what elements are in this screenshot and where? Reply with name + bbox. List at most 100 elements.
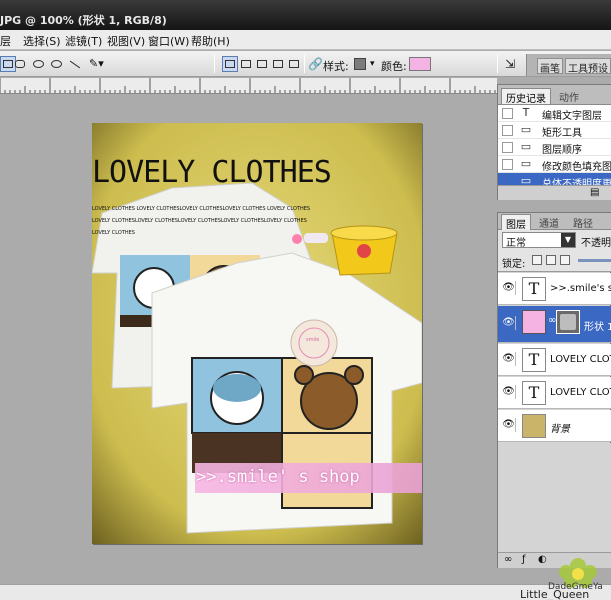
- history-tabs: 历史记录 动作: [498, 85, 611, 105]
- ellipse-tool-button[interactable]: [30, 56, 46, 72]
- new-shape-layer-button[interactable]: [222, 56, 238, 72]
- title-bar: JPG @ 100% (形状 1, RGB/8): [0, 0, 611, 30]
- eye-icon[interactable]: 👁: [502, 385, 516, 399]
- document-canvas[interactable]: LOVELY CLOTHES LOVELY CLOTHES LOVELY CLO…: [92, 123, 422, 544]
- layer-row[interactable]: 👁 T >>.smile's shop: [498, 273, 611, 305]
- menu-view[interactable]: 视图(V): [107, 33, 145, 49]
- new-snapshot-icon[interactable]: ▤: [590, 187, 599, 198]
- add-to-shape-button[interactable]: [238, 56, 254, 72]
- layer-name: 背景: [550, 424, 570, 435]
- tagline-repeat: LOVELY CLOTHES LOVELY CLOTHESLOVELY CLOT…: [92, 203, 422, 239]
- layer-order-icon: ▭: [520, 140, 532, 153]
- fill-slider[interactable]: [578, 259, 611, 262]
- rounded-rectangle-icon: [15, 60, 25, 68]
- link-style-button[interactable]: 🔗: [307, 56, 323, 72]
- exclude-area-icon: [289, 60, 299, 68]
- window-title: JPG @ 100% (形状 1, RGB/8): [0, 14, 167, 27]
- mask-icon[interactable]: ◐: [538, 554, 547, 565]
- separator: [497, 55, 498, 73]
- blend-mode-value: 正常: [506, 238, 526, 249]
- history-list: T 编辑文字图层 ▭ 矩形工具 ▭ 图层顺序 ▭ 修改颜色填充图层 ▭: [498, 105, 611, 185]
- headline-text: LOVELY CLOTHES: [92, 155, 332, 190]
- vector-mask-thumbnail: [556, 310, 580, 334]
- intersect-area-icon: [273, 60, 283, 68]
- history-item[interactable]: ▭ 图层顺序: [498, 139, 611, 156]
- layers-panel: 图层 通道 路径 正常 ▼ 不透明度: 锁定: 👁 T >>.smile's s…: [497, 212, 611, 568]
- tab-tool-presets[interactable]: 工具预设: [565, 58, 611, 75]
- style-swatch[interactable]: [354, 58, 366, 70]
- exclude-shape-button[interactable]: [286, 56, 302, 72]
- text-layer-thumbnail: T: [522, 381, 546, 405]
- horizontal-ruler: [0, 78, 497, 94]
- repeat-line: LOVELY CLOTHESLOVELY CLOTHESLOVELY CLOTH…: [92, 218, 307, 224]
- link-icon: 🔗: [308, 57, 323, 71]
- opacity-icon: ▭: [520, 174, 532, 186]
- menu-layer[interactable]: 层: [0, 33, 11, 49]
- layer-name: LOVELY CLOTHES: [550, 354, 611, 365]
- photoshop-window: JPG @ 100% (形状 1, RGB/8) 层 选择(S) 滤镜(T) 视…: [0, 0, 611, 600]
- eye-icon[interactable]: 👁: [502, 352, 516, 366]
- menu-filter[interactable]: 滤镜(T): [65, 33, 102, 49]
- line-icon: [69, 60, 81, 69]
- color-label: 颜色:: [381, 60, 407, 73]
- line-tool-button[interactable]: [66, 56, 82, 72]
- history-item[interactable]: ▭ 矩形工具: [498, 122, 611, 139]
- subtract-shape-button[interactable]: [254, 56, 270, 72]
- new-layer-icon: [225, 60, 235, 68]
- history-item[interactable]: T 编辑文字图层: [498, 105, 611, 122]
- watermark-text: Little_Queen: [520, 588, 590, 600]
- polygon-tool-button[interactable]: [48, 56, 64, 72]
- tab-channels[interactable]: 通道: [535, 214, 563, 230]
- tab-history[interactable]: 历史记录: [501, 88, 551, 105]
- ellipse-icon: [33, 60, 44, 68]
- layer-row[interactable]: 👁 T LOVELY CLOTHES: [498, 377, 611, 409]
- lock-position-icon[interactable]: [560, 255, 570, 265]
- eye-icon[interactable]: 👁: [502, 418, 516, 432]
- menu-window[interactable]: 窗口(W): [148, 33, 189, 49]
- history-item-active[interactable]: ▭ 总体不透明度更改: [498, 173, 611, 185]
- fill-layer-icon: ▭: [520, 157, 532, 170]
- shop-tagline: >>.smile' s shop: [196, 467, 360, 487]
- layer-row[interactable]: 👁 T LOVELY CLOTHES: [498, 344, 611, 376]
- tab-paths[interactable]: 路径: [569, 214, 597, 230]
- snapshot-checkbox[interactable]: [502, 142, 513, 153]
- text-layer-thumbnail: T: [522, 277, 546, 301]
- intersect-shape-button[interactable]: [270, 56, 286, 72]
- blend-mode-select[interactable]: 正常 ▼: [502, 232, 576, 249]
- history-item-label: 图层顺序: [542, 145, 582, 156]
- layer-row[interactable]: 👁 背景: [498, 410, 611, 442]
- custom-shape-tool-button[interactable]: ✎▾: [86, 56, 108, 72]
- history-item[interactable]: ▭ 修改颜色填充图层: [498, 156, 611, 173]
- layers-tabs: 图层 通道 路径: [498, 213, 611, 231]
- layer-row-selected[interactable]: 👁 ∞ 形状 1: [498, 306, 611, 343]
- menu-help[interactable]: 帮助(H): [191, 33, 230, 49]
- tab-brushes[interactable]: 画笔: [537, 58, 563, 75]
- snapshot-checkbox[interactable]: [502, 176, 513, 185]
- image-layer-thumbnail: [522, 414, 546, 438]
- palette-well-button[interactable]: ⇲: [504, 56, 522, 72]
- snapshot-checkbox[interactable]: [502, 159, 513, 170]
- link-layers-icon[interactable]: ∞: [504, 554, 512, 565]
- lock-image-icon[interactable]: [546, 255, 556, 265]
- opacity-label: 不透明度:: [581, 238, 611, 249]
- palette-well: 画笔 工具预设: [526, 54, 611, 76]
- menu-select[interactable]: 选择(S): [23, 33, 61, 49]
- fx-icon[interactable]: ƒ: [522, 554, 526, 565]
- ruler-ticks: [0, 78, 496, 93]
- rounded-rectangle-tool-button[interactable]: [12, 56, 28, 72]
- snapshot-checkbox[interactable]: [502, 125, 513, 136]
- snapshot-checkbox[interactable]: [502, 108, 513, 119]
- eye-icon[interactable]: 👁: [502, 281, 516, 295]
- polygon-icon: [51, 60, 62, 68]
- text-icon: T: [522, 106, 530, 119]
- history-item-label: 总体不透明度更改: [542, 179, 611, 185]
- color-swatch[interactable]: [409, 57, 431, 71]
- lock-transparent-icon[interactable]: [532, 255, 542, 265]
- repeat-line: LOVELY CLOTHES LOVELY CLOTHESLOVELY CLOT…: [92, 206, 311, 212]
- tab-actions[interactable]: 动作: [555, 88, 583, 104]
- eye-icon[interactable]: 👁: [502, 316, 516, 330]
- options-bar: ✎▾ 🔗 样式: ▾ 颜色: ⇲: [0, 51, 611, 77]
- history-item-label: 修改颜色填充图层: [542, 162, 611, 173]
- tab-layers[interactable]: 图层: [501, 214, 531, 231]
- style-dropdown-icon[interactable]: ▾: [370, 59, 375, 69]
